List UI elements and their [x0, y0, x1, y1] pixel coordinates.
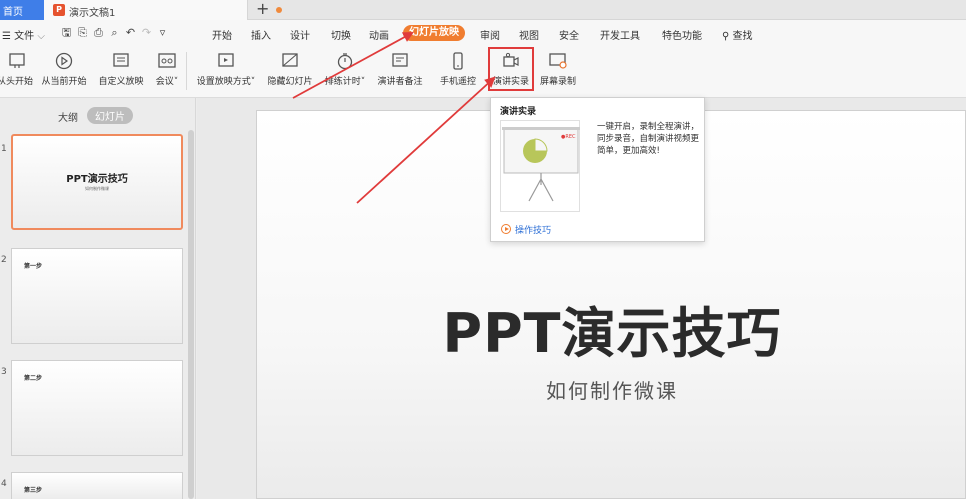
projector-screen-icon: ●REC: [502, 127, 580, 202]
menu-file-label: 文件: [14, 31, 35, 42]
new-tab-button[interactable]: +: [256, 0, 269, 18]
rehearse-timing-label: 排练计时˅: [324, 77, 366, 87]
custom-show-icon: [113, 53, 129, 67]
screen-record-button[interactable]: 屏幕录制: [536, 48, 580, 94]
slide-panel-scrollbar[interactable]: [188, 130, 194, 499]
print-icon[interactable]: ⎙: [92, 26, 105, 39]
rehearse-timing-button[interactable]: 排练计时˅: [320, 48, 370, 94]
menu-search[interactable]: ⚲ 查找: [722, 27, 753, 42]
thumbnail-subtitle: 如何制作微课: [85, 186, 109, 191]
custom-show-button[interactable]: 自定义放映: [94, 48, 148, 94]
save-icon[interactable]: 🖫: [60, 26, 73, 39]
unsaved-dot-icon: [276, 7, 282, 13]
hamburger-icon: ☰: [2, 31, 11, 42]
phone-remote-button[interactable]: 手机遥控: [436, 48, 480, 94]
menu-features[interactable]: 特色功能: [662, 27, 702, 42]
menu-slideshow[interactable]: 幻灯片放映: [403, 25, 465, 41]
redo-icon[interactable]: ↷: [140, 26, 153, 39]
screen-record-label: 屏幕录制: [539, 77, 576, 87]
from-current-button[interactable]: 从当前开始: [38, 48, 90, 94]
from-start-icon: [9, 53, 25, 68]
ribbon-separator: [186, 52, 187, 90]
record-presentation-tooltip: 演讲实录 ●REC 一键开启，录制全程演讲，同步录音，自制演讲视频更简单，更加高…: [490, 97, 705, 242]
slide-thumbnail-4[interactable]: 第三步: [11, 472, 183, 499]
custom-show-label: 自定义放映: [98, 77, 144, 87]
quick-access-toolbar: 🖫 ⎘ ⎙ ⌕ ↶ ↷ ▿: [60, 26, 169, 39]
slide-panel: 大纲 幻灯片 1 PPT演示技巧 如何制作微课 2 第一步 3 第二步 4 第三…: [0, 98, 196, 499]
presenter-notes-button[interactable]: 演讲者备注: [374, 48, 426, 94]
phone-remote-label: 手机遥控: [439, 77, 476, 87]
slide-number: 3: [1, 367, 7, 377]
play-circle-icon: [55, 52, 73, 70]
slide-number: 2: [1, 255, 7, 265]
tab-document[interactable]: P 演示文稿1: [44, 0, 282, 20]
phone-icon: [453, 52, 463, 70]
tips-link-label: 操作技巧: [515, 226, 552, 236]
record-presentation-button[interactable]: 演讲实录: [488, 47, 534, 91]
record-presentation-label: 演讲实录: [492, 77, 529, 87]
from-start-label: 从头开始: [0, 77, 33, 87]
menu-insert[interactable]: 插入: [251, 27, 271, 42]
tooltip-description: 一键开启，录制全程演讲，同步录音，自制演讲视频更简单，更加高效!: [597, 122, 700, 156]
thumbnail-title: 第一步: [24, 263, 43, 270]
setup-show-label: 设置放映方式˅: [196, 77, 256, 87]
chevron-down-icon: ⌵: [37, 31, 45, 42]
screen-record-icon: [549, 53, 567, 69]
menu-bar: ☰ 文件 ⌵ 🖫 ⎘ ⎙ ⌕ ↶ ↷ ▿ 开始 插入 设计 切换 动画 幻灯片放…: [0, 20, 966, 46]
menu-transition[interactable]: 切换: [331, 27, 351, 42]
rec-badge: ●REC: [561, 134, 576, 140]
menu-file[interactable]: ☰ 文件 ⌵: [2, 27, 45, 42]
meeting-button[interactable]: 会议˅: [152, 48, 182, 94]
setup-show-button[interactable]: 设置放映方式˅: [192, 48, 260, 94]
slide-subtitle[interactable]: 如何制作微课: [257, 375, 966, 404]
menu-developer[interactable]: 开发工具: [600, 27, 640, 42]
tooltip-illustration: ●REC: [500, 120, 580, 212]
hide-slide-button[interactable]: 隐藏幻灯片: [264, 48, 316, 94]
slide-number: 1: [1, 144, 7, 154]
from-start-button[interactable]: 从头开始: [0, 48, 34, 94]
print-preview-icon[interactable]: ⌕: [108, 26, 121, 39]
play-icon: [501, 224, 511, 234]
undo-icon[interactable]: ↶: [124, 26, 137, 39]
ribbon-slideshow: 从头开始 从当前开始 自定义放映 会议˅ 设置放映方式˅ 隐藏幻灯片 排练计时˅…: [0, 46, 966, 98]
slide-number: 4: [1, 479, 7, 489]
tab-outline[interactable]: 大纲: [58, 109, 78, 124]
setup-show-icon: [218, 53, 234, 67]
tab-slides[interactable]: 幻灯片: [87, 107, 133, 124]
export-icon[interactable]: ⎘: [76, 26, 89, 39]
customize-dropdown-icon[interactable]: ▿: [156, 26, 169, 39]
thumbnail-title: PPT演示技巧: [66, 174, 128, 185]
menu-home[interactable]: 开始: [212, 27, 232, 42]
stopwatch-icon: [337, 53, 353, 70]
hide-slide-icon: [282, 53, 298, 67]
presenter-notes-label: 演讲者备注: [377, 77, 423, 87]
meeting-label: 会议˅: [155, 77, 179, 87]
slide-thumbnail-1[interactable]: PPT演示技巧 如何制作微课: [11, 134, 183, 230]
slide-thumbnail-3[interactable]: 第二步: [11, 360, 183, 456]
search-icon: ⚲: [722, 31, 730, 42]
tab-home[interactable]: 首页: [0, 0, 44, 20]
thumbnail-title: 第二步: [24, 375, 43, 382]
thumbnail-title: 第三步: [24, 487, 43, 494]
tips-link[interactable]: 操作技巧: [501, 223, 551, 236]
document-title: 演示文稿1: [69, 8, 116, 19]
video-camera-icon: [503, 52, 519, 67]
slide-title[interactable]: PPT演示技巧: [257, 289, 966, 368]
menu-design[interactable]: 设计: [290, 27, 310, 42]
ppt-file-icon: P: [53, 4, 65, 16]
menu-search-label: 查找: [732, 31, 753, 42]
menu-security[interactable]: 安全: [559, 27, 579, 42]
menu-animation[interactable]: 动画: [369, 27, 389, 42]
slide-thumbnail-2[interactable]: 第一步: [11, 248, 183, 344]
tab-bar: 首页 P 演示文稿1 +: [0, 0, 966, 20]
presenter-notes-icon: [392, 53, 408, 67]
hide-slide-label: 隐藏幻灯片: [267, 77, 313, 87]
menu-view[interactable]: 视图: [519, 27, 539, 42]
tooltip-title: 演讲实录: [500, 107, 537, 117]
from-current-label: 从当前开始: [41, 77, 87, 87]
menu-review[interactable]: 审阅: [480, 27, 500, 42]
meeting-icon: [158, 53, 176, 68]
